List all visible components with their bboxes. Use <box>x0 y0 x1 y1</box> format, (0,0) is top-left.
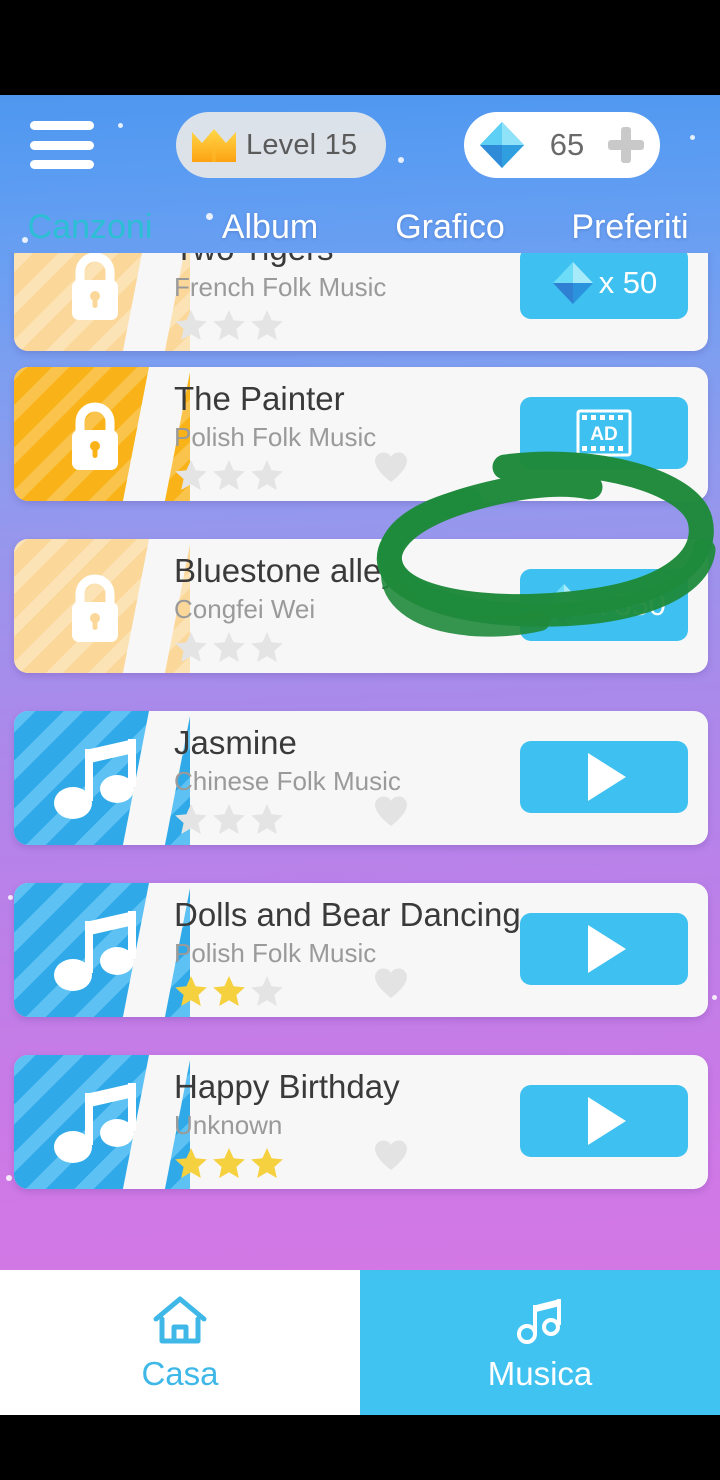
star-icon-empty <box>213 309 245 340</box>
tab-bar: Canzoni Album Grafico Preferiti <box>0 198 720 256</box>
play-triangle-icon <box>588 925 626 973</box>
diamond-gem-icon <box>544 584 585 626</box>
music-note-icon <box>54 739 136 819</box>
diamond-gem-icon <box>480 122 524 168</box>
song-thumbnail <box>14 1055 190 1189</box>
app-viewport: Level 15 65 Canzoni Album Grafico Prefer… <box>0 95 720 1415</box>
play-button[interactable] <box>520 913 688 985</box>
play-triangle-icon <box>588 753 626 801</box>
star-icon-empty <box>251 631 283 662</box>
favorite-heart-icon[interactable] <box>374 451 408 484</box>
star-icon-empty <box>251 459 283 490</box>
game-screen: Level 15 65 Canzoni Album Grafico Prefer… <box>0 0 720 1480</box>
home-icon <box>153 1296 207 1343</box>
level-badge[interactable]: Level 15 <box>176 112 386 178</box>
nav-item-musica[interactable]: Musica <box>360 1270 720 1415</box>
play-triangle-icon <box>588 1097 626 1145</box>
ad-film-icon: AD <box>576 409 632 457</box>
song-row-jasmine[interactable]: Jasmine Chinese Folk Music <box>14 711 708 845</box>
music-note-icon <box>517 1298 561 1344</box>
nav-item-casa[interactable]: Casa <box>0 1270 360 1415</box>
song-thumbnail <box>14 253 190 351</box>
tab-grafico[interactable]: Grafico <box>360 208 540 247</box>
star-icon-empty <box>175 631 207 662</box>
song-row-bluestone-alley[interactable]: Bluestone alley Congfei Wei x 350 <box>14 539 708 673</box>
star-icon-empty <box>175 309 207 340</box>
song-row-the-painter[interactable]: The Painter Polish Folk Music AD <box>14 367 708 501</box>
diamond-gem-icon <box>552 262 593 304</box>
nav-label-casa: Casa <box>141 1354 219 1392</box>
song-thumbnail <box>14 711 190 845</box>
unlock-price-button[interactable]: x 50 <box>520 253 688 319</box>
star-icon-filled <box>251 1147 283 1178</box>
star-icon-empty <box>175 803 207 834</box>
star-icon-filled <box>213 1147 245 1178</box>
star-icon-empty <box>251 803 283 834</box>
song-thumbnail <box>14 883 190 1017</box>
price-label: x 50 <box>598 265 658 300</box>
unlock-price-button[interactable]: x 350 <box>520 569 688 641</box>
ad-label: AD <box>590 424 617 445</box>
music-note-icon <box>54 911 136 991</box>
letterbox-top <box>0 0 720 95</box>
nav-label-musica: Musica <box>487 1354 593 1392</box>
music-note-icon <box>54 1083 136 1163</box>
star-icon-empty <box>251 975 283 1006</box>
letterbox-bottom <box>0 1415 720 1480</box>
favorite-heart-icon[interactable] <box>374 1139 408 1172</box>
star-icon-empty <box>251 309 283 340</box>
price-label: x 350 <box>590 587 666 622</box>
star-icon-filled <box>175 975 207 1006</box>
favorite-heart-icon[interactable] <box>374 967 408 1000</box>
gem-badge[interactable]: 65 <box>464 112 660 178</box>
star-icon-empty <box>175 459 207 490</box>
plus-icon[interactable] <box>608 127 644 163</box>
tab-canzoni[interactable]: Canzoni <box>0 208 180 247</box>
play-button[interactable] <box>520 741 688 813</box>
play-button[interactable] <box>520 1085 688 1157</box>
song-row-two-tigers[interactable]: Two Tigers French Folk Music <box>14 253 708 351</box>
gem-count: 65 <box>549 127 585 162</box>
watch-ad-button[interactable]: AD <box>520 397 688 469</box>
star-icon-filled <box>213 975 245 1006</box>
star-icon-empty <box>213 803 245 834</box>
star-icon-filled <box>175 1147 207 1178</box>
tab-album[interactable]: Album <box>180 208 360 247</box>
top-header: Level 15 65 <box>0 95 720 205</box>
song-row-dolls-and-bear-dancing[interactable]: Dolls and Bear Dancing Polish Folk Music <box>14 883 708 1017</box>
hamburger-menu-icon[interactable] <box>30 117 94 173</box>
star-icon-empty <box>213 631 245 662</box>
crown-icon <box>192 129 236 162</box>
song-thumbnail <box>14 367 190 501</box>
star-icon-empty <box>213 459 245 490</box>
song-thumbnail <box>14 539 190 673</box>
song-list[interactable]: Two Tigers French Folk Music <box>0 253 720 1263</box>
lock-icon <box>72 574 118 642</box>
lock-icon <box>72 402 118 470</box>
song-row-happy-birthday[interactable]: Happy Birthday Unknown <box>14 1055 708 1189</box>
favorite-heart-icon[interactable] <box>374 795 408 828</box>
tab-preferiti[interactable]: Preferiti <box>540 208 720 247</box>
lock-icon <box>72 253 118 320</box>
level-label: Level 15 <box>246 128 358 161</box>
bottom-navigation: Casa Musica <box>0 1270 720 1415</box>
